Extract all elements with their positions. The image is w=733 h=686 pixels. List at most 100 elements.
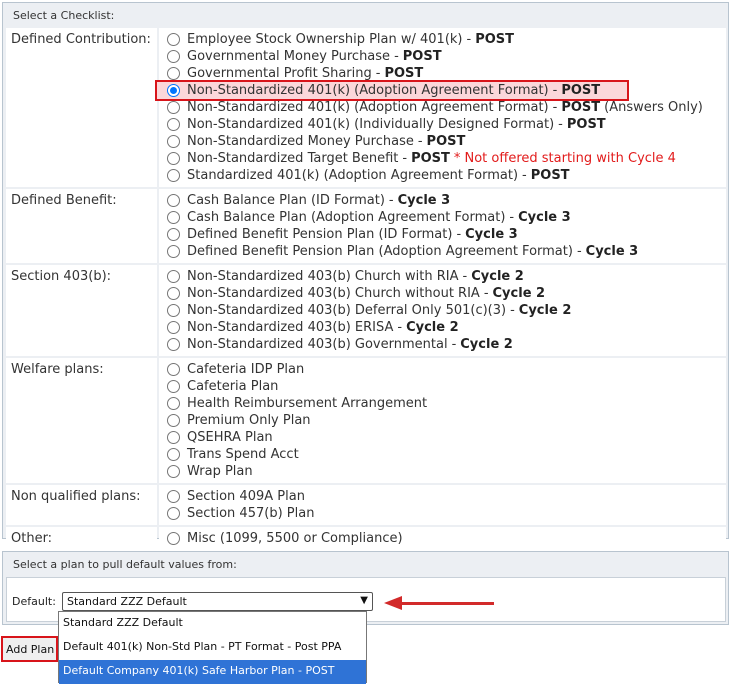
checklist-option[interactable]: Non-Standardized 403(b) Governmental - Cyc… bbox=[167, 336, 726, 353]
default-plan-dropdown-list: Standard ZZZ Default Default 401(k) Non-S… bbox=[58, 611, 367, 684]
checklist-radio[interactable] bbox=[167, 270, 180, 283]
section-options: Cafeteria IDP Plan Cafeteria Plan Health R… bbox=[159, 358, 726, 483]
option-tag: Cycle 2 bbox=[518, 303, 572, 318]
checklist-option[interactable]: Misc (1099, 5500 or Compliance) bbox=[167, 530, 726, 547]
checklist-radio[interactable] bbox=[167, 228, 180, 241]
checklist-option[interactable]: Cash Balance Plan (Adoption Agreement Fo… bbox=[167, 209, 726, 226]
checklist-section: Defined Benefit: Cash Balance Plan (ID Fo… bbox=[6, 189, 726, 263]
option-name: Governmental Money Purchase bbox=[187, 49, 391, 64]
checklist-radio[interactable] bbox=[167, 169, 180, 182]
checklist-option[interactable]: Cafeteria Plan bbox=[167, 378, 726, 395]
option-name: Governmental Profit Sharing bbox=[187, 66, 372, 81]
checklist-option[interactable]: Trans Spend Acct bbox=[167, 446, 726, 463]
option-name: Wrap Plan bbox=[187, 464, 253, 479]
checklist-radio[interactable] bbox=[167, 194, 180, 207]
checklist-option[interactable]: Non-Standardized 401(k) (Individually De… bbox=[167, 116, 726, 133]
checklist-radio[interactable] bbox=[167, 118, 180, 131]
checklist-option[interactable]: Defined Benefit Pension Plan (Adoption A… bbox=[167, 243, 726, 260]
section-options: Cash Balance Plan (ID Format) - Cycle 3 Cas… bbox=[159, 189, 726, 263]
checklist-section: Non qualified plans: Section 409A Plan Sec… bbox=[6, 485, 726, 525]
checklist-option[interactable]: Defined Benefit Pension Plan (ID Format)… bbox=[167, 226, 726, 243]
default-plan-select[interactable]: Standard ZZZ Default ▼ bbox=[62, 592, 373, 611]
option-separator: - bbox=[509, 210, 515, 225]
option-separator: - bbox=[510, 303, 515, 318]
checklist-radio[interactable] bbox=[167, 287, 180, 300]
option-separator: - bbox=[456, 227, 462, 242]
checklist-radio[interactable] bbox=[167, 304, 180, 317]
option-tag: POST bbox=[530, 168, 570, 183]
option-tag: POST bbox=[561, 100, 601, 115]
option-tag: Cycle 2 bbox=[471, 269, 524, 284]
option-name: Non-Standardized 403(b) Church with RIA bbox=[187, 269, 459, 284]
option-name: Non-Standardized 403(b) Church without R… bbox=[187, 286, 480, 301]
checklist-option[interactable]: Non-Standardized 403(b) Deferral Only 50… bbox=[167, 302, 726, 319]
checklist-radio[interactable] bbox=[167, 490, 180, 503]
checklist-radio[interactable] bbox=[167, 211, 180, 224]
dropdown-option[interactable]: Default 401(k) Non-Std Plan - PT Format … bbox=[59, 636, 366, 660]
section-options: Section 409A Plan Section 457(b) Plan bbox=[159, 485, 726, 525]
checklist-option[interactable]: Cash Balance Plan (ID Format) - Cycle 3 bbox=[167, 192, 726, 209]
checklist-option[interactable]: Non-Standardized 403(b) ERISA - Cycle 2 bbox=[167, 319, 726, 336]
checklist-radio[interactable] bbox=[167, 135, 180, 148]
checklist-option[interactable]: Governmental Money Purchase - POST bbox=[167, 48, 726, 65]
section-options: Employee Stock Ownership Plan w/ 401(k) -… bbox=[155, 28, 726, 187]
checklist-radio[interactable] bbox=[167, 532, 180, 545]
checklist-radio[interactable] bbox=[167, 50, 180, 63]
checklist-radio[interactable] bbox=[167, 431, 180, 444]
checklist-radio[interactable] bbox=[167, 84, 180, 97]
option-name: Section 409A Plan bbox=[187, 489, 305, 504]
checklist-radio[interactable] bbox=[167, 465, 180, 478]
option-separator: - bbox=[375, 66, 381, 81]
checklist-option[interactable]: Non-Standardized 403(b) Church without R… bbox=[167, 285, 726, 302]
option-separator: - bbox=[522, 168, 527, 183]
checklist-option[interactable]: Non-Standardized 403(b) Church with RIA -… bbox=[167, 268, 726, 285]
option-name: Non-Standardized Money Purchase bbox=[187, 134, 414, 149]
checklist-radio[interactable] bbox=[167, 152, 180, 165]
dropdown-option[interactable]: Standard ZZZ Default bbox=[59, 612, 366, 636]
option-name: Employee Stock Ownership Plan w/ 401(k) bbox=[187, 32, 463, 47]
checklist-radio[interactable] bbox=[167, 101, 180, 114]
default-plan-select-value: Standard ZZZ Default bbox=[67, 595, 187, 608]
section-label: Non qualified plans: bbox=[6, 485, 157, 525]
checklist-option[interactable]: Premium Only Plan bbox=[167, 412, 726, 429]
checklist-radio[interactable] bbox=[167, 321, 180, 334]
checklist-radio[interactable] bbox=[167, 33, 180, 46]
checklist-option[interactable]: Section 409A Plan bbox=[167, 488, 726, 505]
checklist-radio[interactable] bbox=[167, 414, 180, 427]
add-plan-button[interactable]: Add Plan bbox=[1, 636, 58, 662]
option-name: QSEHRA Plan bbox=[187, 430, 273, 445]
checklist-option[interactable]: Cafeteria IDP Plan bbox=[167, 361, 726, 378]
checklist-radio[interactable] bbox=[167, 507, 180, 520]
checklist-option[interactable]: Non-Standardized Target Benefit - POST * No… bbox=[167, 150, 726, 167]
checklist-radio[interactable] bbox=[167, 448, 180, 461]
option-name: Cafeteria IDP Plan bbox=[187, 362, 305, 377]
option-tag: Cycle 3 bbox=[518, 210, 571, 225]
checklist-option[interactable]: Employee Stock Ownership Plan w/ 401(k) -… bbox=[167, 31, 726, 48]
checklist-option[interactable]: Wrap Plan bbox=[167, 463, 726, 480]
option-name: Non-Standardized 401(k) (Adoption Agreem… bbox=[187, 83, 549, 98]
checklist-option[interactable]: Health Reimbursement Arrangement bbox=[167, 395, 726, 412]
option-tag: POST bbox=[411, 151, 450, 166]
checklist-header: Select a Checklist: bbox=[13, 9, 115, 22]
checklist-option[interactable]: QSEHRA Plan bbox=[167, 429, 726, 446]
checklist-section: Section 403(b): Non-Standardized 403(b) C… bbox=[6, 265, 726, 356]
checklist-radio[interactable] bbox=[167, 67, 180, 80]
checklist-panel: Select a Checklist: Defined Contribution… bbox=[2, 2, 729, 550]
checklist-option[interactable]: Non-Standardized 401(k) (Adoption Agreem… bbox=[155, 80, 726, 101]
option-name: Trans Spend Acct bbox=[187, 447, 299, 462]
option-separator: - bbox=[576, 244, 582, 259]
option-separator: - bbox=[402, 151, 408, 166]
option-name: Non-Standardized Target Benefit bbox=[187, 151, 399, 166]
checklist-radio[interactable] bbox=[167, 363, 180, 376]
checklist-option[interactable]: Section 457(b) Plan bbox=[167, 505, 726, 522]
checklist-option[interactable]: Non-Standardized Money Purchase - POST bbox=[167, 133, 726, 150]
checklist-option[interactable]: Non-Standardized 401(k) (Adoption Agreem… bbox=[167, 99, 726, 116]
section-label: Welfare plans: bbox=[6, 358, 157, 483]
option-separator: - bbox=[466, 32, 472, 47]
checklist-radio[interactable] bbox=[167, 338, 180, 351]
checklist-radio[interactable] bbox=[167, 245, 180, 258]
dropdown-option[interactable]: Default Company 401(k) Safe Harbor Plan … bbox=[59, 660, 366, 684]
checklist-radio[interactable] bbox=[167, 380, 180, 393]
checklist-radio[interactable] bbox=[167, 397, 180, 410]
checklist-option[interactable]: Standardized 401(k) (Adoption Agreement … bbox=[167, 167, 726, 184]
